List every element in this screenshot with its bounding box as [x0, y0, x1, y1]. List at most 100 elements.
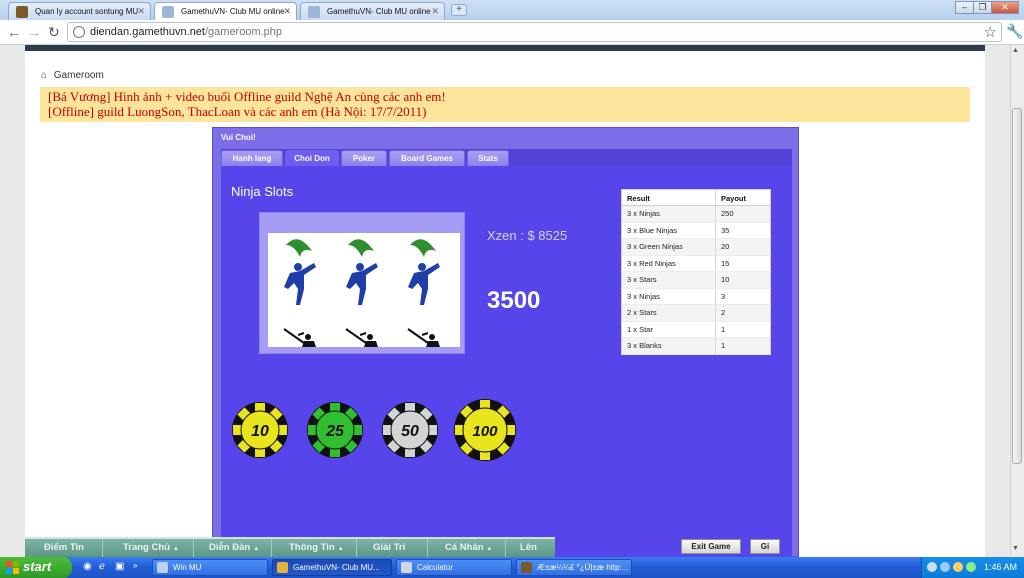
- announcement-link-2[interactable]: [Offline] guild LuongSon, ThacLoan và cá…: [48, 104, 970, 119]
- payout-header-row: Result Payout: [621, 189, 771, 206]
- table-row: 3 x Blue Ninjas 35: [621, 222, 771, 239]
- black-ninja-icon: [407, 328, 429, 344]
- screen: Quan ly account sontung MU ✕ GamethuVN- …: [0, 0, 1024, 578]
- table-row: 3 x Blanks 1: [621, 337, 771, 355]
- game-tabs: Hanh lang Choi Don Poker Board Games Sta…: [221, 149, 792, 167]
- table-row: 3 x Ninjas 3: [621, 288, 771, 305]
- nav-separator: [102, 539, 103, 557]
- chip-25-button[interactable]: 25: [306, 401, 364, 459]
- scrollbar-thumb[interactable]: [1012, 108, 1022, 464]
- tray-icon[interactable]: [927, 562, 937, 572]
- blue-ninja-icon: [294, 263, 302, 271]
- browser-tab-1[interactable]: Quan ly account sontung MU ✕: [8, 2, 151, 20]
- task-gamethuvn[interactable]: GamethuVN- Club MU...: [272, 559, 392, 576]
- ie-quicklaunch-icon[interactable]: ℯ: [99, 561, 105, 572]
- breadcrumb: ⌂ Gameroom: [41, 70, 104, 81]
- chrome-icon: [277, 562, 288, 573]
- tab-poker[interactable]: Poker: [341, 150, 387, 166]
- url-host: diendan.gamethuvn.net: [90, 26, 205, 38]
- browser-tab-2[interactable]: GamethuVN- Club MU online - ✕: [154, 2, 297, 21]
- tab-hanh-lang[interactable]: Hanh lang: [221, 150, 283, 166]
- nav-len[interactable]: Lên: [520, 542, 537, 553]
- task-label: Win MU: [173, 563, 202, 572]
- caret-up-icon: ▲: [337, 546, 344, 552]
- slots-title: Ninja Slots: [231, 184, 294, 199]
- url-text: diendan.gamethuvn.net/gameroom.php: [90, 26, 282, 38]
- close-tab-icon[interactable]: ✕: [283, 6, 291, 17]
- bookmark-star-icon[interactable]: ☆: [984, 23, 997, 41]
- wrench-icon[interactable]: 🔧: [1006, 23, 1023, 40]
- tab-choi-don[interactable]: Choi Don: [285, 150, 339, 167]
- nav-dien-dan[interactable]: Diễn Đàn ▲: [209, 542, 259, 553]
- nav-giai-tri[interactable]: Giải Trí: [373, 542, 405, 553]
- bet-amount: 3500: [487, 287, 541, 314]
- table-row: 3 x Stars 10: [621, 271, 771, 289]
- maximize-button[interactable]: ❐: [973, 1, 992, 14]
- payout-cell: 1: [715, 321, 771, 338]
- nav-separator: [271, 539, 272, 557]
- game-stage: Ninja Slots Xzen: $ 8525 3500 Result Pa…: [221, 166, 792, 558]
- reload-icon[interactable]: ↻: [48, 24, 60, 41]
- task-calculator[interactable]: Calculator: [396, 559, 512, 576]
- reel-symbols: [283, 239, 440, 347]
- nav-diem-tin[interactable]: Điểm Tin: [44, 542, 84, 553]
- exit-game-button[interactable]: Exit Game: [681, 539, 741, 554]
- header-result: Result: [621, 189, 716, 206]
- table-row: 3 x Ninjas 250: [621, 205, 771, 223]
- tab-board-games[interactable]: Board Games: [389, 150, 465, 166]
- caret-up-icon: ▲: [486, 546, 493, 552]
- task-label: Calculator: [417, 563, 454, 572]
- browser-tab-3[interactable]: GamethuVN- Club MU online ✕: [300, 2, 445, 20]
- home-icon[interactable]: ⌂: [41, 70, 51, 81]
- close-window-button[interactable]: ✕: [991, 1, 1019, 14]
- result-cell: 3 x Ninjas: [621, 205, 716, 223]
- table-row: 1 x Star 1: [621, 321, 771, 338]
- back-arrow-icon[interactable]: ←: [7, 24, 21, 40]
- task-mu-client[interactable]: Æ±æ¼¼£ °¿Ü|±æ http:...: [516, 559, 632, 576]
- windows-logo-icon: [6, 561, 19, 574]
- forward-arrow-icon[interactable]: →: [27, 24, 41, 40]
- payout-cell: 3: [715, 288, 771, 305]
- site-favicon-icon: [16, 6, 28, 18]
- table-row: 2 x Stars 2: [621, 304, 771, 322]
- minimize-button[interactable]: –: [955, 1, 974, 14]
- page-favicon-icon: [308, 6, 320, 18]
- calculator-icon: [401, 562, 412, 573]
- scroll-down-icon[interactable]: ▼: [1012, 545, 1019, 552]
- announcement-link-1[interactable]: [Bá Vương] Hình ảnh + video buổi Offline…: [48, 89, 970, 104]
- chip-50-button[interactable]: 50: [381, 401, 439, 459]
- address-bar[interactable]: diendan.gamethuvn.net/gameroom.php ☆: [67, 22, 1002, 42]
- tab-stats[interactable]: Stats: [467, 150, 509, 166]
- nav-thong-tin[interactable]: Thông Tin ▲: [289, 542, 344, 553]
- chip-100-button[interactable]: 100: [453, 398, 517, 462]
- nav-separator: [427, 539, 428, 557]
- start-button[interactable]: start: [0, 557, 72, 578]
- app-quicklaunch-icon[interactable]: ▣: [115, 561, 124, 572]
- chip-10-button[interactable]: 10: [231, 401, 289, 459]
- tab-label: GamethuVN- Club MU online -: [181, 7, 290, 16]
- game-panel: Vui Choi! Hanh lang Choi Don Poker Board…: [212, 127, 799, 558]
- blue-ninja-icon: [418, 263, 426, 271]
- tray-icon[interactable]: [953, 562, 963, 572]
- close-tab-icon[interactable]: ✕: [137, 6, 145, 17]
- tray-icon[interactable]: [966, 562, 976, 572]
- new-tab-button[interactable]: +: [451, 4, 467, 16]
- chip-label: 25: [325, 423, 345, 440]
- scroll-up-icon[interactable]: ▲: [1012, 47, 1019, 54]
- quicklaunch-expand-icon[interactable]: »: [133, 561, 137, 570]
- payout-cell: 1: [715, 337, 771, 355]
- nav-separator: [356, 539, 357, 557]
- nav-trang-chu[interactable]: Trang Chủ ▲: [123, 542, 179, 553]
- reel-1: [283, 239, 316, 347]
- breadcrumb-gameroom[interactable]: Gameroom: [54, 70, 104, 81]
- send-button[interactable]: Gi: [750, 539, 780, 554]
- task-win-mu[interactable]: Win MU: [152, 559, 268, 576]
- nav-label: Trang Chủ: [123, 542, 170, 553]
- result-cell: 3 x Blue Ninjas: [621, 222, 716, 239]
- nav-ca-nhan[interactable]: Cá Nhân ▲: [445, 542, 493, 553]
- close-tab-icon[interactable]: ✕: [431, 6, 439, 17]
- result-cell: 3 x Red Ninjas: [621, 255, 716, 272]
- chrome-quicklaunch-icon[interactable]: ◉: [83, 561, 92, 572]
- nav-separator: [193, 539, 194, 557]
- tray-icon[interactable]: [940, 562, 950, 572]
